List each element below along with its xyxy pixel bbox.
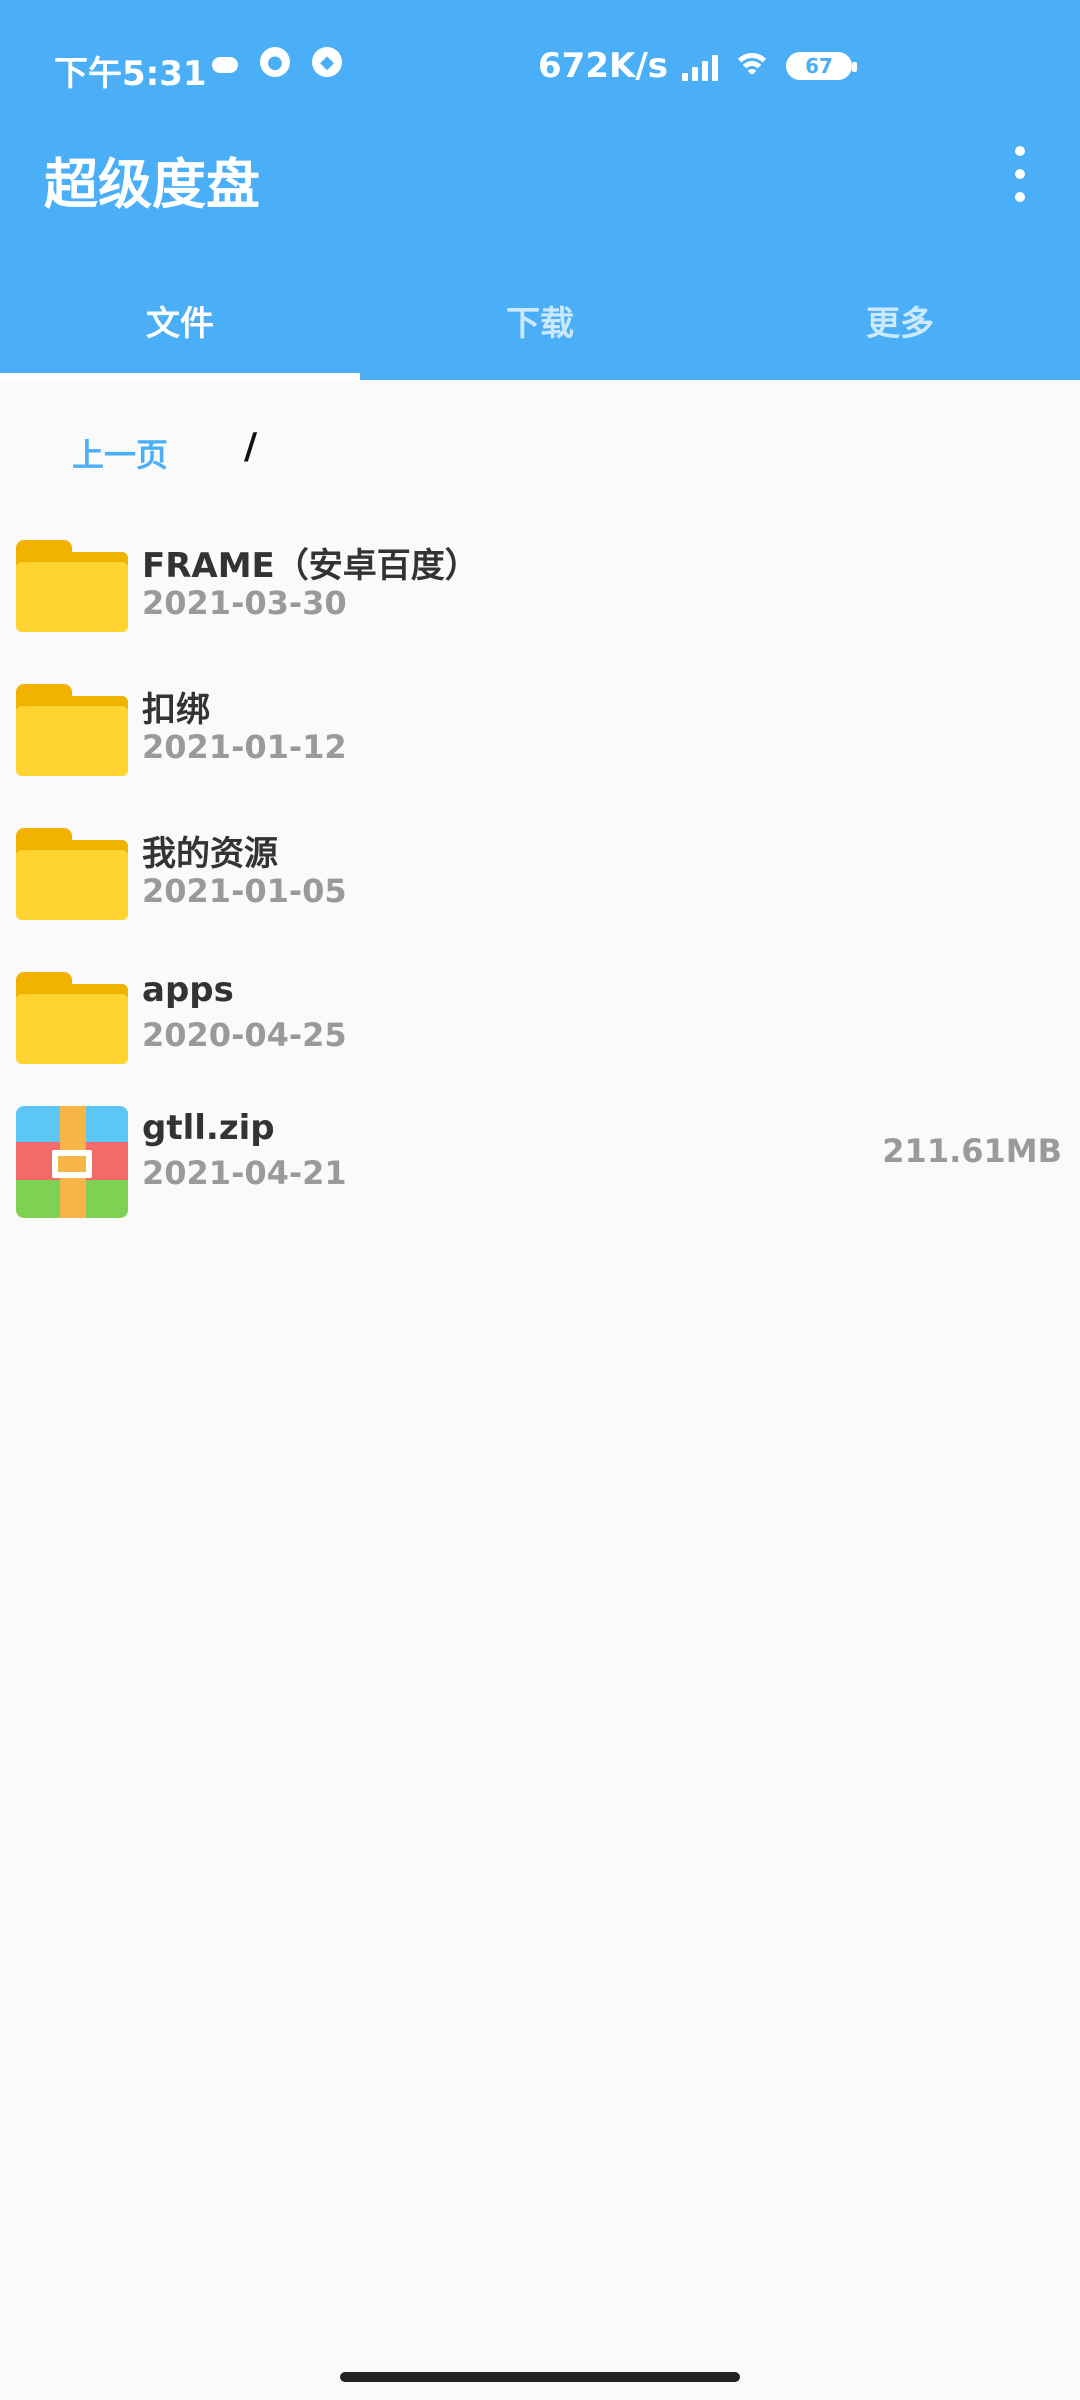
home-indicator[interactable]: [340, 2372, 740, 2382]
tab-downloads[interactable]: 下载: [360, 260, 720, 380]
current-path: /: [244, 426, 258, 467]
folder-icon: [16, 828, 128, 938]
tab-files[interactable]: 文件: [0, 260, 360, 380]
file-name: FRAME（安卓百度）: [142, 546, 479, 586]
list-item[interactable]: 扣绑 2021-01-12: [0, 664, 1080, 808]
battery-icon: 67: [785, 52, 857, 80]
back-button[interactable]: 上一页: [72, 430, 168, 476]
file-date: 2021-03-30: [142, 584, 347, 622]
zip-archive-icon: [16, 1106, 128, 1218]
file-name: 我的资源: [142, 834, 278, 874]
status-time: 下午5:31: [54, 54, 207, 94]
app-header: 下午5:31 ● ◆ 672K/s 67 超级度盘 文件 下载 更多: [0, 0, 1080, 380]
folder-icon: [16, 540, 128, 650]
wifi-icon: [731, 51, 772, 81]
folder-icon: [16, 972, 128, 1082]
app-title: 超级度盘: [44, 153, 260, 216]
notification-icons: ● ◆: [212, 47, 342, 77]
kebab-dot: [1015, 169, 1025, 179]
file-name: apps: [142, 970, 234, 1010]
network-speed: 672K/s: [538, 46, 668, 86]
list-item[interactable]: apps 2020-04-25: [0, 952, 1080, 1096]
file-date: 2021-01-12: [142, 728, 347, 766]
qq-icon: ●: [260, 47, 290, 77]
list-item[interactable]: 我的资源 2021-01-05: [0, 808, 1080, 952]
list-item[interactable]: gtll.zip 2021-04-21 211.61MB: [0, 1096, 1080, 1240]
kebab-dot: [1015, 192, 1025, 202]
file-size: 211.61MB: [882, 1132, 1062, 1170]
folder-icon: [16, 684, 128, 794]
cloud-icon: [212, 57, 238, 73]
file-date: 2021-01-05: [142, 872, 347, 910]
kebab-dot: [1015, 146, 1025, 156]
file-name: 扣绑: [142, 690, 210, 730]
file-name: gtll.zip: [142, 1108, 275, 1148]
list-item[interactable]: FRAME（安卓百度） 2021-03-30: [0, 520, 1080, 664]
qq-alt-icon: ◆: [312, 47, 342, 77]
status-right: 672K/s 67: [538, 46, 857, 86]
signal-icon: [681, 51, 718, 81]
status-bar: 下午5:31 ● ◆ 672K/s 67: [0, 0, 1080, 130]
battery-level: 67: [805, 54, 833, 78]
battery-cap: [851, 62, 857, 72]
breadcrumb: 上一页 /: [0, 400, 1080, 490]
file-date: 2020-04-25: [142, 1016, 347, 1054]
tab-bar: 文件 下载 更多: [0, 260, 1080, 380]
file-date: 2021-04-21: [142, 1154, 347, 1192]
more-vert-icon[interactable]: [1000, 146, 1040, 202]
tab-more[interactable]: 更多: [720, 260, 1080, 380]
